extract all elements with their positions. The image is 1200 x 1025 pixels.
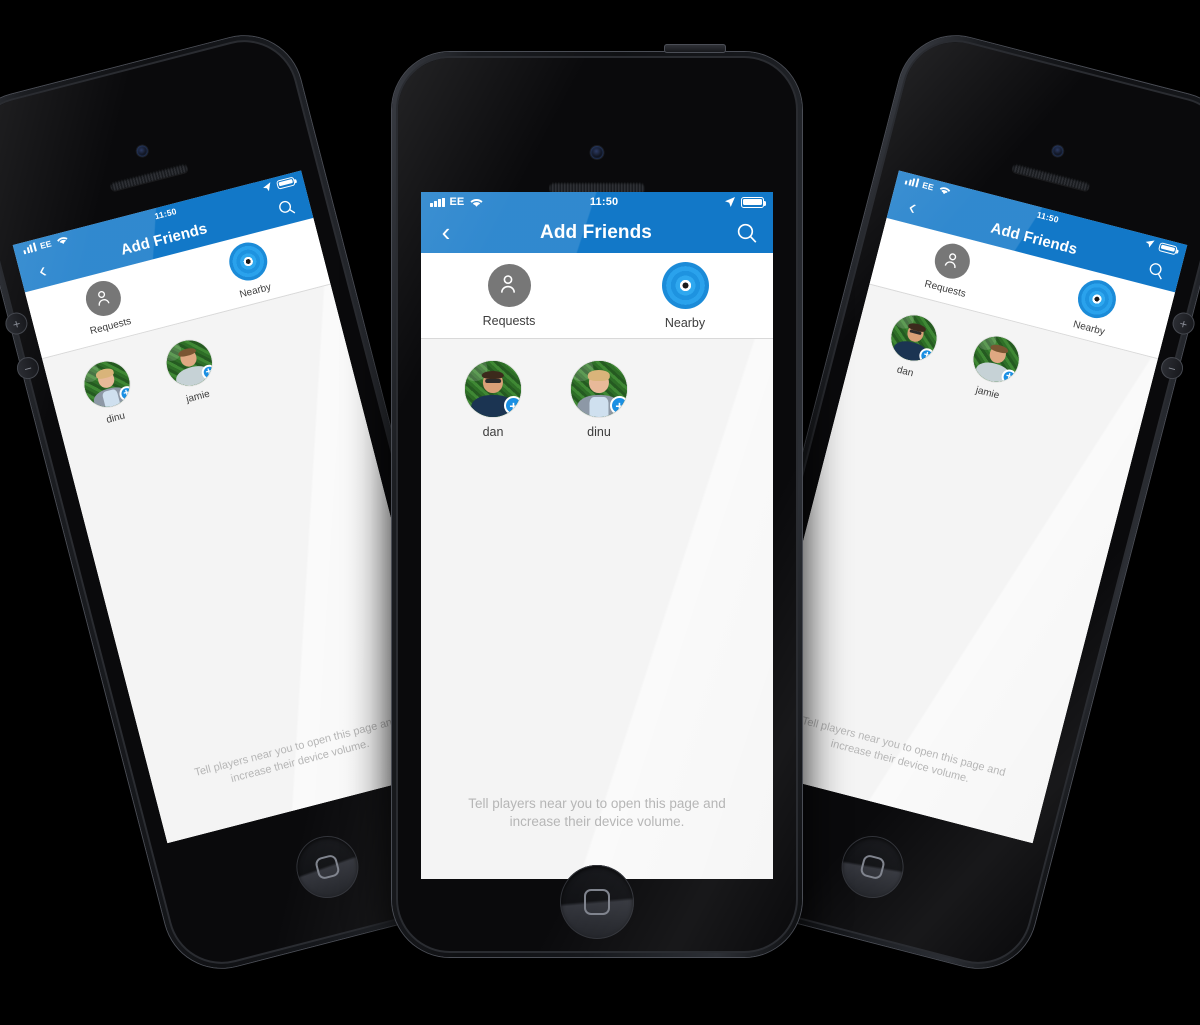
plus-circle-icon[interactable]: + <box>504 396 521 415</box>
list-item[interactable]: + dan <box>465 361 521 439</box>
battery-full-icon <box>275 176 296 190</box>
home-button[interactable] <box>834 829 911 905</box>
tab-nearby-label: Nearby <box>664 315 706 330</box>
front-camera <box>590 146 604 159</box>
clock-label: 11:50 <box>589 196 619 208</box>
signal-bars-icon <box>904 177 920 187</box>
wifi-icon <box>470 198 483 207</box>
location-arrow-icon <box>725 197 735 207</box>
person-name: dinu <box>587 425 611 439</box>
list-item[interactable]: + jamie <box>161 335 221 408</box>
tab-requests-label: Requests <box>923 278 967 300</box>
carrier-label: EE <box>449 196 465 208</box>
people-icon <box>931 239 974 283</box>
nearby-radar-icon <box>661 261 709 309</box>
list-item[interactable]: + jamie <box>964 331 1024 404</box>
person-name: dinu <box>105 410 127 426</box>
signal-bars-icon <box>22 242 37 254</box>
search-button[interactable] <box>1145 260 1168 281</box>
nav-container: EE 11:50 ‹ Add Friends <box>421 192 773 253</box>
center-phone: EE 11:50 ‹ Add Friends Requests Nearby +… <box>392 44 802 957</box>
person-name: jamie <box>974 384 1001 402</box>
avatar: + <box>886 310 942 366</box>
front-camera <box>135 144 149 158</box>
power-button[interactable] <box>664 44 726 53</box>
battery-full-icon <box>741 196 767 208</box>
wifi-icon <box>56 237 68 244</box>
earpiece-speaker <box>1011 162 1091 192</box>
right-phone-screen: EE 11:50 ‹ Add Friends Requests Nearby +… <box>744 170 1188 844</box>
avatar: + <box>79 356 135 412</box>
page-title: Add Friends <box>540 221 652 243</box>
carrier-label: EE <box>921 179 935 193</box>
nearby-list: + dan + <box>421 339 773 879</box>
nearby-list: + dan + <box>744 284 1158 844</box>
nearby-radar-icon <box>224 238 271 285</box>
nav-bar: ‹ Add Friends <box>421 212 773 253</box>
tab-nearby-label: Nearby <box>238 281 273 301</box>
scene: EE 11:50 ‹ Add Friends Requests Nearby +… <box>0 0 1200 1025</box>
avatar: + <box>571 361 627 417</box>
earpiece-speaker <box>109 162 189 192</box>
wifi-icon <box>939 187 951 195</box>
location-arrow-icon <box>263 182 271 192</box>
plus-circle-icon[interactable]: + <box>610 396 627 415</box>
front-camera <box>1051 144 1065 158</box>
carrier-label: EE <box>39 238 53 251</box>
tab-requests-label: Requests <box>482 313 536 328</box>
tab-bar: Requests Nearby <box>421 253 773 339</box>
back-button[interactable]: ‹ <box>435 217 457 248</box>
home-button[interactable] <box>289 829 366 905</box>
location-arrow-icon <box>1145 240 1155 248</box>
nearby-radar-icon <box>1073 275 1120 322</box>
people-icon <box>82 277 125 320</box>
people-icon <box>487 263 531 307</box>
search-button[interactable] <box>735 222 759 244</box>
person-name: dan <box>482 425 504 439</box>
tab-requests-label: Requests <box>88 315 133 338</box>
list-item[interactable]: + dinu <box>79 356 139 429</box>
center-phone-screen: EE 11:50 ‹ Add Friends Requests Nearby +… <box>421 192 773 879</box>
left-phone-screen: EE 11:50 ‹ Add Friends Requests Nearby +… <box>12 170 456 844</box>
tab-nearby[interactable]: Nearby <box>597 253 773 338</box>
list-item[interactable]: + dan <box>882 310 942 383</box>
tab-nearby-label: Nearby <box>1071 318 1106 338</box>
avatar: + <box>465 361 521 417</box>
status-bar: EE 11:50 <box>421 192 773 212</box>
signal-bars-icon <box>430 197 445 207</box>
person-name: jamie <box>185 388 212 406</box>
search-button[interactable] <box>275 197 298 218</box>
hint-text: Tell players near you to open this page … <box>468 795 726 829</box>
avatar: + <box>161 335 217 391</box>
battery-full-icon <box>1158 241 1178 255</box>
avatar: + <box>968 331 1024 387</box>
person-name: dan <box>895 364 915 380</box>
list-item[interactable]: + dinu <box>571 361 627 439</box>
tab-requests[interactable]: Requests <box>421 253 597 338</box>
